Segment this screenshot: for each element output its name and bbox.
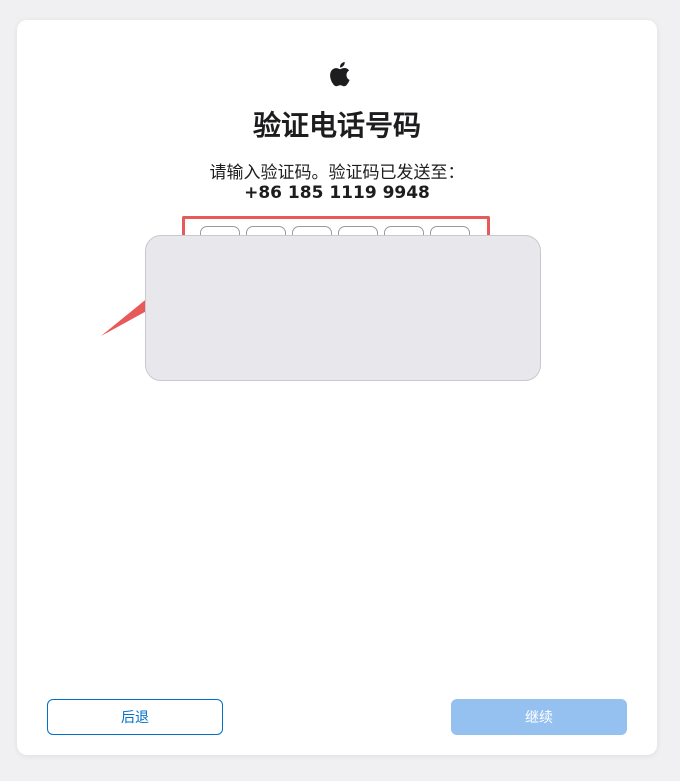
instruction-text: 请输入验证码。验证码已发送至： <box>209 163 465 183</box>
phone-number: +86 185 1119 9948 <box>244 183 430 203</box>
overlay-popup <box>145 235 541 381</box>
continue-button[interactable]: 继续 <box>451 699 627 735</box>
apple-logo-icon <box>330 62 350 87</box>
verification-card: 验证电话号码 请输入验证码。验证码已发送至： +86 185 1119 9948… <box>17 20 657 755</box>
back-button[interactable]: 后退 <box>47 699 223 735</box>
page-title: 验证电话号码 <box>252 109 421 142</box>
